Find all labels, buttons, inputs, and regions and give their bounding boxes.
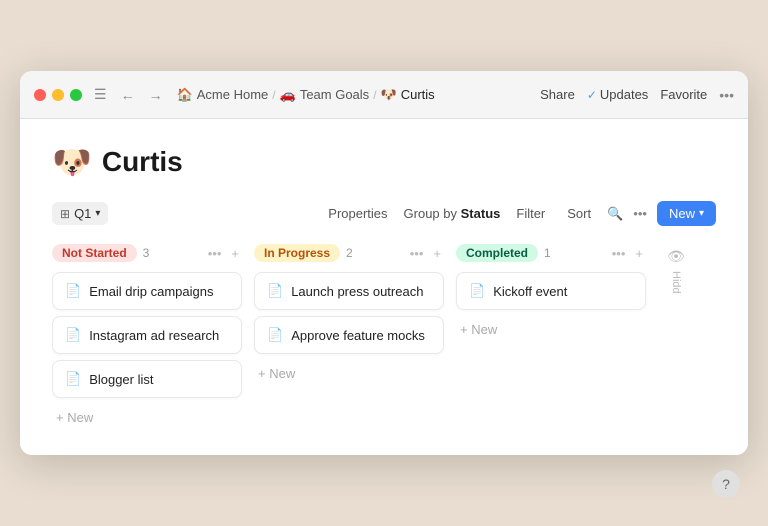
page-emoji: 🐶 [52, 143, 92, 181]
column-add-completed[interactable]: + [632, 245, 646, 262]
status-badge-in-progress: In Progress [254, 244, 340, 262]
column-header-completed: Completed 1 ••• + [456, 244, 646, 262]
card-label: Approve feature mocks [291, 328, 425, 343]
view-icon: ⊞ [60, 207, 70, 221]
page-content: 🐶 Curtis ⊞ Q1 ▾ Properties Group by Stat… [20, 119, 748, 455]
more-button[interactable]: ••• [719, 87, 734, 103]
page-title-row: 🐶 Curtis [52, 143, 716, 181]
app-window: ☰ ← → 🏠 Acme Home / 🚗 Team Goals / 🐶 Cur… [20, 71, 748, 455]
card-label: Launch press outreach [291, 284, 423, 299]
favorite-button[interactable]: Favorite [660, 87, 707, 102]
check-icon: ✓ [587, 88, 597, 102]
titlebar-actions: Share ✓ Updates Favorite ••• [540, 87, 734, 103]
properties-button[interactable]: Properties [322, 203, 393, 224]
toolbar: ⊞ Q1 ▾ Properties Group by Status Filter… [52, 201, 716, 226]
breadcrumb-sep-1: / [272, 88, 275, 102]
column-count-in-progress: 2 [346, 246, 353, 260]
minimize-button[interactable] [52, 89, 64, 101]
card-email-drip[interactable]: 📄 Email drip campaigns [52, 272, 242, 310]
acme-home-icon: 🏠 [177, 87, 193, 103]
column-header-actions-in-progress: ••• + [407, 245, 444, 262]
status-badge-not-started: Not Started [52, 244, 137, 262]
add-new-completed[interactable]: + New [456, 316, 646, 343]
card-launch-press[interactable]: 📄 Launch press outreach [254, 272, 444, 310]
column-in-progress: In Progress 2 ••• + 📄 Launch press outre… [254, 244, 444, 387]
card-label: Instagram ad research [89, 328, 219, 343]
column-header-not-started: Not Started 3 ••• + [52, 244, 242, 262]
column-add-in-progress[interactable]: + [430, 245, 444, 262]
share-button[interactable]: Share [540, 87, 575, 102]
column-not-started: Not Started 3 ••• + 📄 Email drip campaig… [52, 244, 242, 431]
breadcrumb-sep-2: / [373, 88, 376, 102]
nav-controls: ☰ ← → [94, 85, 167, 105]
breadcrumb: 🏠 Acme Home / 🚗 Team Goals / 🐶 Curtis [177, 87, 541, 103]
card-doc-icon: 📄 [267, 283, 283, 299]
group-by-button[interactable]: Group by Status [404, 206, 501, 221]
back-button[interactable]: ← [117, 85, 139, 105]
column-more-completed[interactable]: ••• [609, 245, 629, 262]
board: Not Started 3 ••• + 📄 Email drip campaig… [52, 244, 716, 431]
hamburger-icon: ☰ [94, 86, 107, 103]
titlebar: ☰ ← → 🏠 Acme Home / 🚗 Team Goals / 🐶 Cur… [20, 71, 748, 119]
card-instagram[interactable]: 📄 Instagram ad research [52, 316, 242, 354]
column-add-not-started[interactable]: + [228, 245, 242, 262]
card-doc-icon: 📄 [267, 327, 283, 343]
toolbar-more-button[interactable]: ••• [633, 206, 647, 221]
hidden-column: 👁 Hidd [658, 244, 694, 294]
column-count-not-started: 3 [143, 246, 150, 260]
card-label: Kickoff event [493, 284, 567, 299]
column-header-actions-not-started: ••• + [205, 245, 242, 262]
card-approve-mocks[interactable]: 📄 Approve feature mocks [254, 316, 444, 354]
sort-button[interactable]: Sort [561, 203, 597, 224]
column-count-completed: 1 [544, 246, 551, 260]
breadcrumb-curtis[interactable]: 🐶 Curtis [381, 87, 435, 103]
filter-button[interactable]: Filter [510, 203, 551, 224]
card-doc-icon: 📄 [65, 283, 81, 299]
help-button[interactable]: ? [712, 470, 740, 498]
search-icon[interactable]: 🔍 [607, 206, 623, 222]
view-selector[interactable]: ⊞ Q1 ▾ [52, 202, 108, 225]
column-header-in-progress: In Progress 2 ••• + [254, 244, 444, 262]
page-title: Curtis [102, 146, 183, 178]
card-label: Email drip campaigns [89, 284, 213, 299]
updates-button[interactable]: ✓ Updates [587, 87, 648, 102]
status-badge-completed: Completed [456, 244, 538, 262]
curtis-icon: 🐶 [381, 87, 397, 103]
card-doc-icon: 📄 [65, 327, 81, 343]
column-more-in-progress[interactable]: ••• [407, 245, 427, 262]
column-header-actions-completed: ••• + [609, 245, 646, 262]
card-doc-icon: 📄 [65, 371, 81, 387]
traffic-lights [34, 89, 82, 101]
maximize-button[interactable] [70, 89, 82, 101]
column-more-not-started[interactable]: ••• [205, 245, 225, 262]
close-button[interactable] [34, 89, 46, 101]
card-label: Blogger list [89, 372, 153, 387]
hidden-label: Hidd [670, 271, 682, 294]
team-goals-icon: 🚗 [280, 87, 296, 103]
breadcrumb-acme-home[interactable]: 🏠 Acme Home [177, 87, 269, 103]
card-kickoff[interactable]: 📄 Kickoff event [456, 272, 646, 310]
new-button[interactable]: New ▾ [657, 201, 716, 226]
column-completed: Completed 1 ••• + 📄 Kickoff event + New [456, 244, 646, 343]
card-blogger[interactable]: 📄 Blogger list [52, 360, 242, 398]
toolbar-actions: Properties Group by Status Filter Sort 🔍… [322, 201, 716, 226]
add-new-not-started[interactable]: + New [52, 404, 242, 431]
hidden-icon: 👁 [667, 248, 685, 265]
forward-button[interactable]: → [145, 85, 167, 105]
card-doc-icon: 📄 [469, 283, 485, 299]
breadcrumb-team-goals[interactable]: 🚗 Team Goals [280, 87, 370, 103]
add-new-in-progress[interactable]: + New [254, 360, 444, 387]
